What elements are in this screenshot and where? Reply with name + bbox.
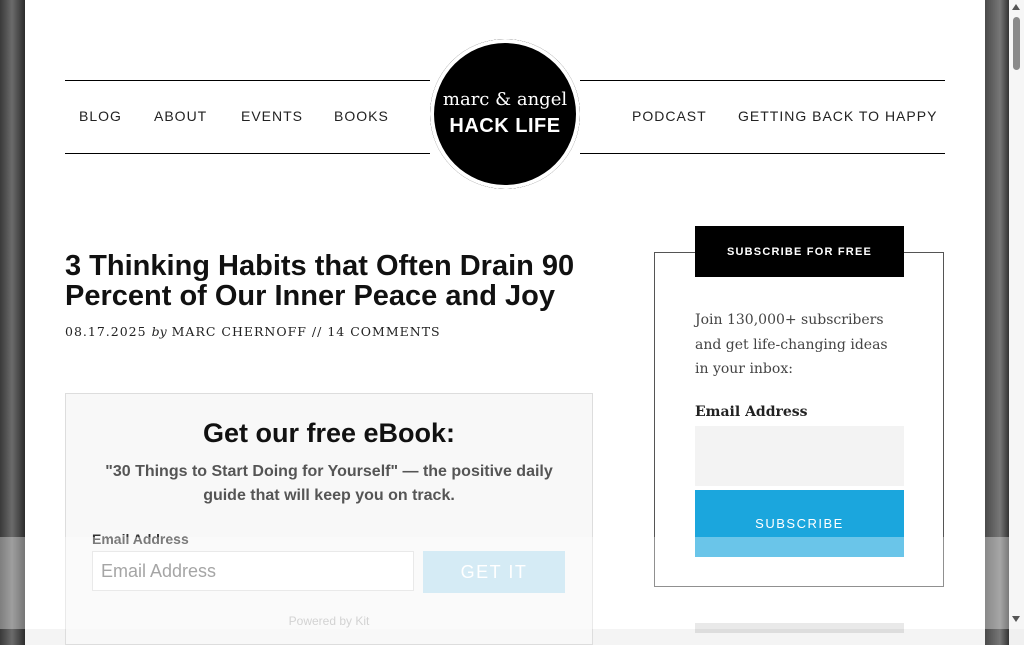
nav-divider-bottom-right: [580, 153, 945, 154]
get-it-button[interactable]: GET IT: [423, 551, 565, 593]
nav-divider-bottom-left: [65, 153, 430, 154]
subscribe-email-input[interactable]: [695, 426, 904, 486]
page-container: BLOG ABOUT EVENTS BOOKS PODCAST GETTING …: [25, 0, 985, 645]
author-link[interactable]: MARC CHERNOFF: [172, 324, 307, 339]
nav-link-blog[interactable]: BLOG: [79, 108, 122, 124]
nav-link-about[interactable]: ABOUT: [154, 108, 207, 124]
next-widget-header: [695, 623, 904, 633]
subscribe-description: Join 130,000+ subscribers and get life-c…: [695, 312, 888, 377]
nav-link-events[interactable]: EVENTS: [241, 108, 303, 124]
site-logo[interactable]: marc & angel HACK LIFE: [430, 39, 580, 189]
subscribe-widget-title: SUBSCRIBE FOR FREE: [695, 226, 904, 277]
subscribe-button[interactable]: SUBSCRIBE: [695, 490, 904, 557]
meta-separator: //: [311, 324, 323, 339]
logo-line-1: marc & angel: [442, 89, 568, 110]
ebook-email-input[interactable]: [92, 551, 414, 591]
ebook-email-label: Email Address: [92, 531, 189, 547]
byline-by: by: [151, 324, 167, 339]
scroll-down-arrow-icon[interactable]: [1012, 616, 1020, 622]
ebook-heading: Get our free eBook:: [202, 418, 456, 448]
logo-line-2: HACK LIFE: [449, 115, 561, 137]
nav-link-books[interactable]: BOOKS: [334, 108, 389, 124]
nav-divider-top-right: [580, 80, 945, 81]
article-title[interactable]: 3 Thinking Habits that Often Drain 90 Pe…: [65, 251, 605, 311]
subscribe-email-label: Email Address: [695, 404, 808, 420]
comments-link[interactable]: 14 COMMENTS: [327, 324, 440, 339]
article-meta: 08.17.2025 by MARC CHERNOFF // 14 COMMEN…: [65, 324, 441, 339]
post-date: 08.17.2025: [65, 324, 147, 339]
scroll-up-arrow-icon[interactable]: [1012, 4, 1020, 10]
vertical-scrollbar[interactable]: [1009, 0, 1024, 629]
nav-link-getting-back-to-happy[interactable]: GETTING BACK TO HAPPY: [738, 108, 937, 124]
nav-divider-top-left: [65, 80, 430, 81]
scrollbar-thumb[interactable]: [1013, 17, 1020, 70]
ebook-signup-box: Get our free eBook: "30 Things to Start …: [65, 393, 593, 645]
ebook-subtitle: "30 Things to Start Doing for Yourself" …: [105, 463, 553, 504]
powered-by-link[interactable]: Powered by Kit: [66, 614, 592, 628]
nav-link-podcast[interactable]: PODCAST: [632, 108, 707, 124]
